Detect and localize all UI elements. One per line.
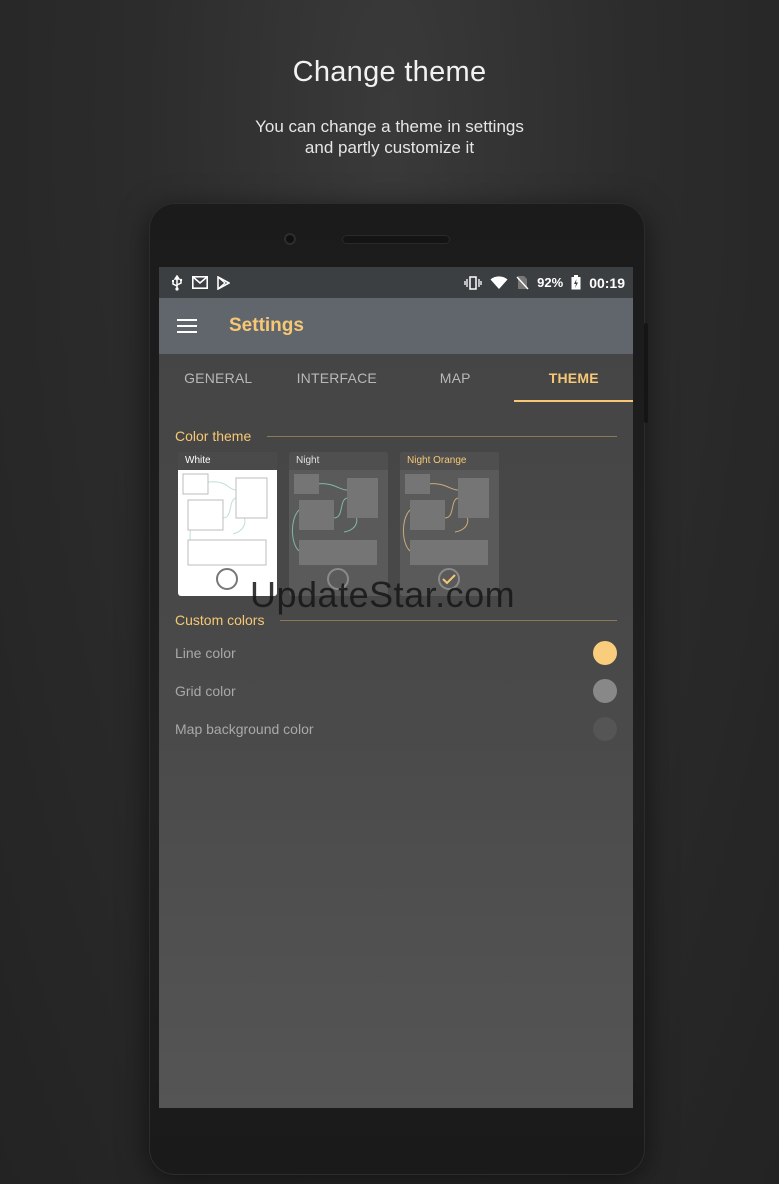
theme-option-night-orange[interactable]: Night Orange: [400, 452, 499, 596]
hamburger-icon[interactable]: [177, 319, 197, 333]
line-color-label: Line color: [175, 645, 236, 661]
play-store-icon: [217, 275, 230, 290]
map-background-color-row[interactable]: Map background color: [175, 710, 617, 748]
theme-option-white[interactable]: White: [178, 452, 277, 596]
front-camera: [284, 233, 296, 245]
custom-colors-header: Custom colors: [175, 610, 617, 630]
no-sim-icon: [516, 275, 529, 290]
color-theme-header: Color theme: [175, 426, 617, 446]
custom-colors-header-label: Custom colors: [175, 612, 265, 628]
grid-color-label: Grid color: [175, 683, 236, 699]
tab-theme[interactable]: THEME: [515, 354, 634, 402]
night-orange-theme-preview: [400, 470, 499, 596]
theme-option-night[interactable]: Night: [289, 452, 388, 596]
map-background-color-label: Map background color: [175, 721, 314, 737]
vibrate-icon: [464, 275, 482, 290]
battery-percent: 92%: [537, 275, 564, 290]
theme-option-label: White: [178, 452, 277, 470]
phone-side-button: [644, 323, 648, 423]
color-theme-header-label: Color theme: [175, 428, 252, 444]
night-theme-preview: [289, 470, 388, 596]
wifi-icon: [490, 275, 508, 290]
map-background-color-swatch[interactable]: [593, 717, 617, 741]
section-divider: [280, 619, 617, 621]
promo-subtitle-line1: You can change a theme in settings: [255, 117, 524, 136]
promo-subtitle: You can change a theme in settings and p…: [0, 116, 779, 158]
battery-icon: [571, 275, 581, 290]
app-title: Settings: [229, 315, 304, 336]
theme-options: White Night Night Orange: [178, 452, 633, 596]
app-bar: Settings: [159, 298, 633, 354]
tab-map[interactable]: MAP: [396, 354, 515, 402]
mail-icon: [192, 276, 208, 289]
clock: 00:19: [589, 274, 625, 291]
grid-color-row[interactable]: Grid color: [175, 672, 617, 710]
status-bar: 92% 00:19: [159, 267, 633, 298]
tab-bar: GENERAL INTERFACE MAP THEME: [159, 354, 633, 402]
line-color-swatch[interactable]: [593, 641, 617, 665]
phone-screen: 92% 00:19 Settings GENERAL INTERFACE MAP…: [159, 267, 633, 1108]
earpiece-speaker: [342, 235, 450, 244]
white-theme-preview: [178, 470, 277, 596]
tab-indicator: [514, 400, 633, 402]
promo-subtitle-line2: and partly customize it: [304, 138, 475, 157]
phone-frame: 92% 00:19 Settings GENERAL INTERFACE MAP…: [149, 203, 648, 1175]
theme-option-label: Night Orange: [400, 452, 499, 470]
usb-icon: [171, 274, 183, 291]
line-color-row[interactable]: Line color: [175, 634, 617, 672]
grid-color-swatch[interactable]: [593, 679, 617, 703]
tab-interface[interactable]: INTERFACE: [278, 354, 397, 402]
promo-title: Change theme: [292, 56, 487, 88]
theme-option-label: Night: [289, 452, 388, 470]
section-divider: [267, 435, 617, 437]
tab-general[interactable]: GENERAL: [159, 354, 278, 402]
